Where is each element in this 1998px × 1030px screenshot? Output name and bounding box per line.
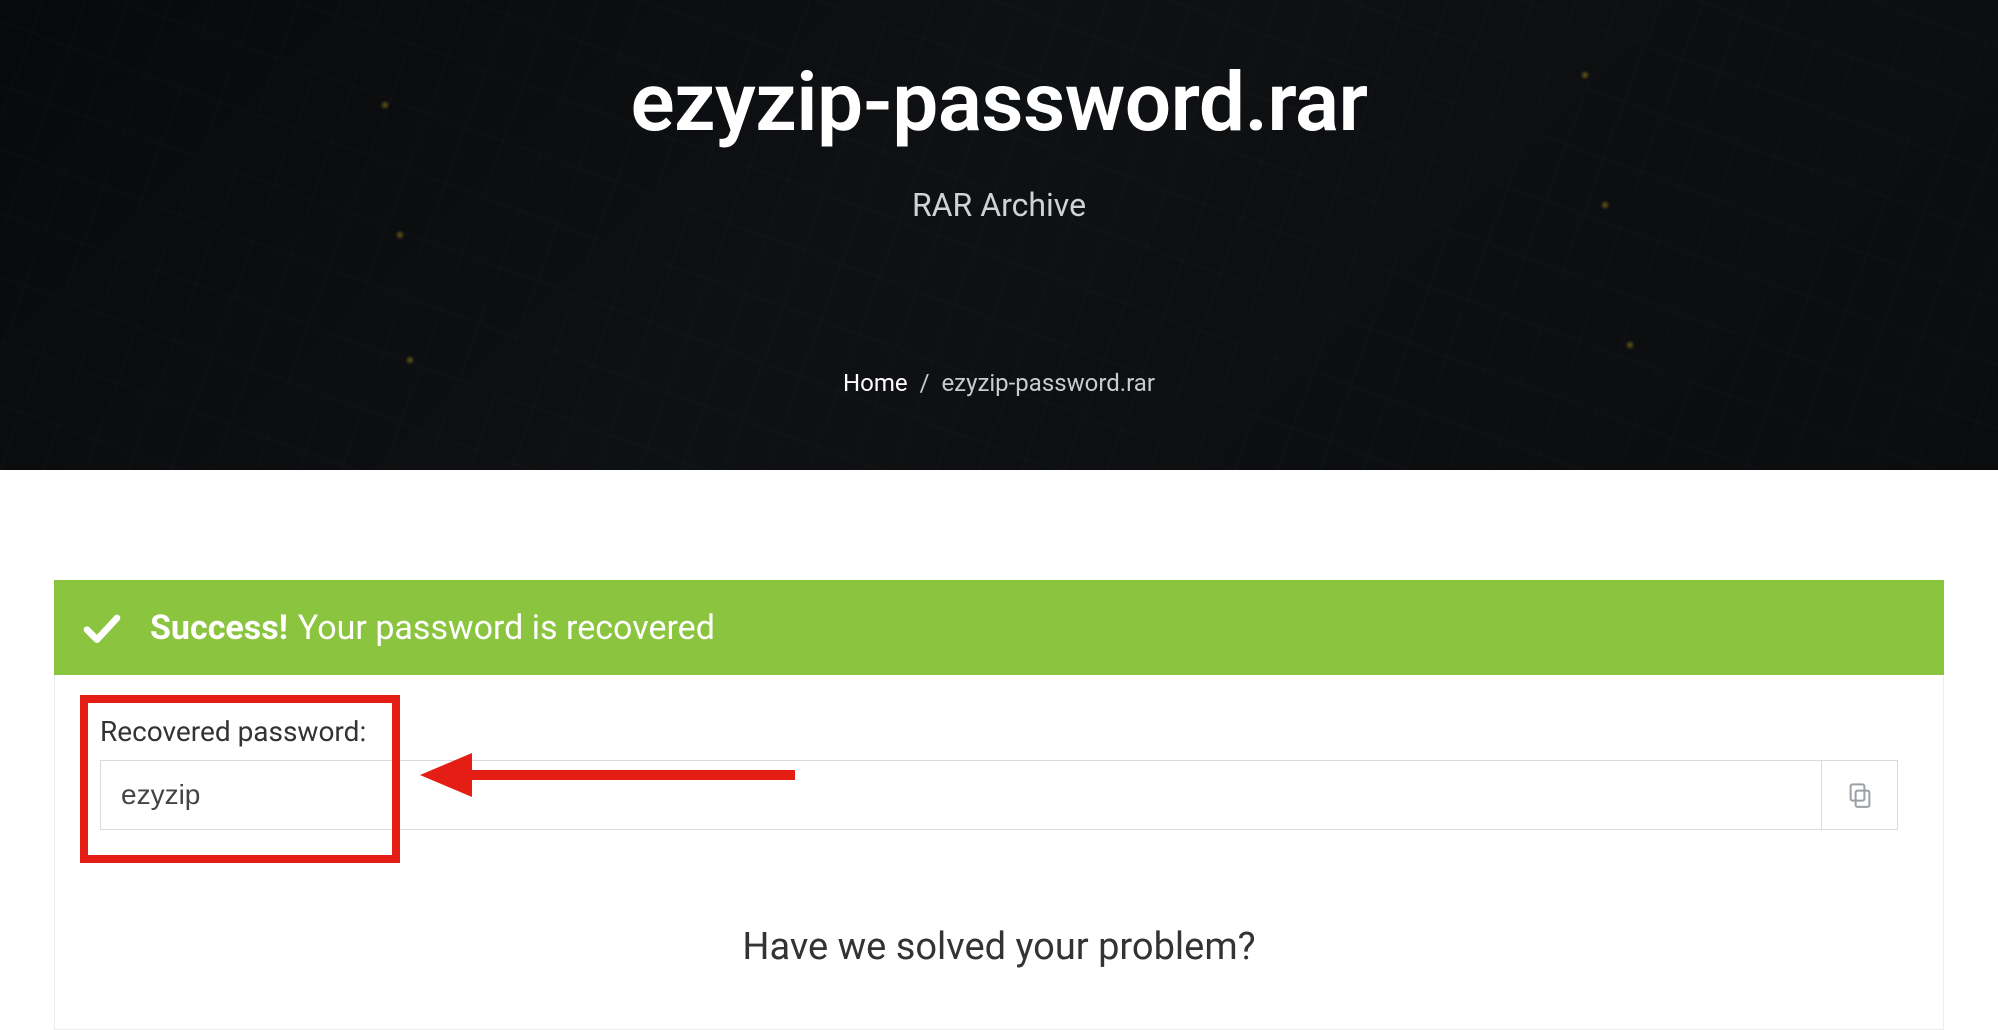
breadcrumb-separator: / (914, 369, 936, 397)
password-row (100, 760, 1898, 830)
copy-icon (1845, 780, 1875, 810)
main-container: Success! Your password is recovered Reco… (54, 470, 1944, 1030)
hero-banner: ezyzip-password.rar RAR Archive Home / e… (0, 0, 1998, 470)
success-alert: Success! Your password is recovered (54, 580, 1944, 675)
breadcrumb-home-link[interactable]: Home (843, 369, 908, 397)
copy-password-button[interactable] (1821, 761, 1897, 829)
result-card: Recovered password: Have we solved your … (54, 675, 1944, 1030)
success-message: Your password is recovered (298, 608, 715, 648)
check-icon (82, 608, 122, 648)
success-strong: Success! (150, 608, 288, 648)
page-title: ezyzip-password.rar (0, 55, 1998, 151)
recovered-password-input[interactable] (101, 761, 1821, 829)
breadcrumb: Home / ezyzip-password.rar (0, 369, 1998, 397)
page-subtitle: RAR Archive (0, 186, 1998, 224)
recovered-password-label: Recovered password: (100, 715, 1898, 748)
feedback-question: Have we solved your problem? (100, 925, 1898, 969)
breadcrumb-current: ezyzip-password.rar (941, 369, 1155, 397)
